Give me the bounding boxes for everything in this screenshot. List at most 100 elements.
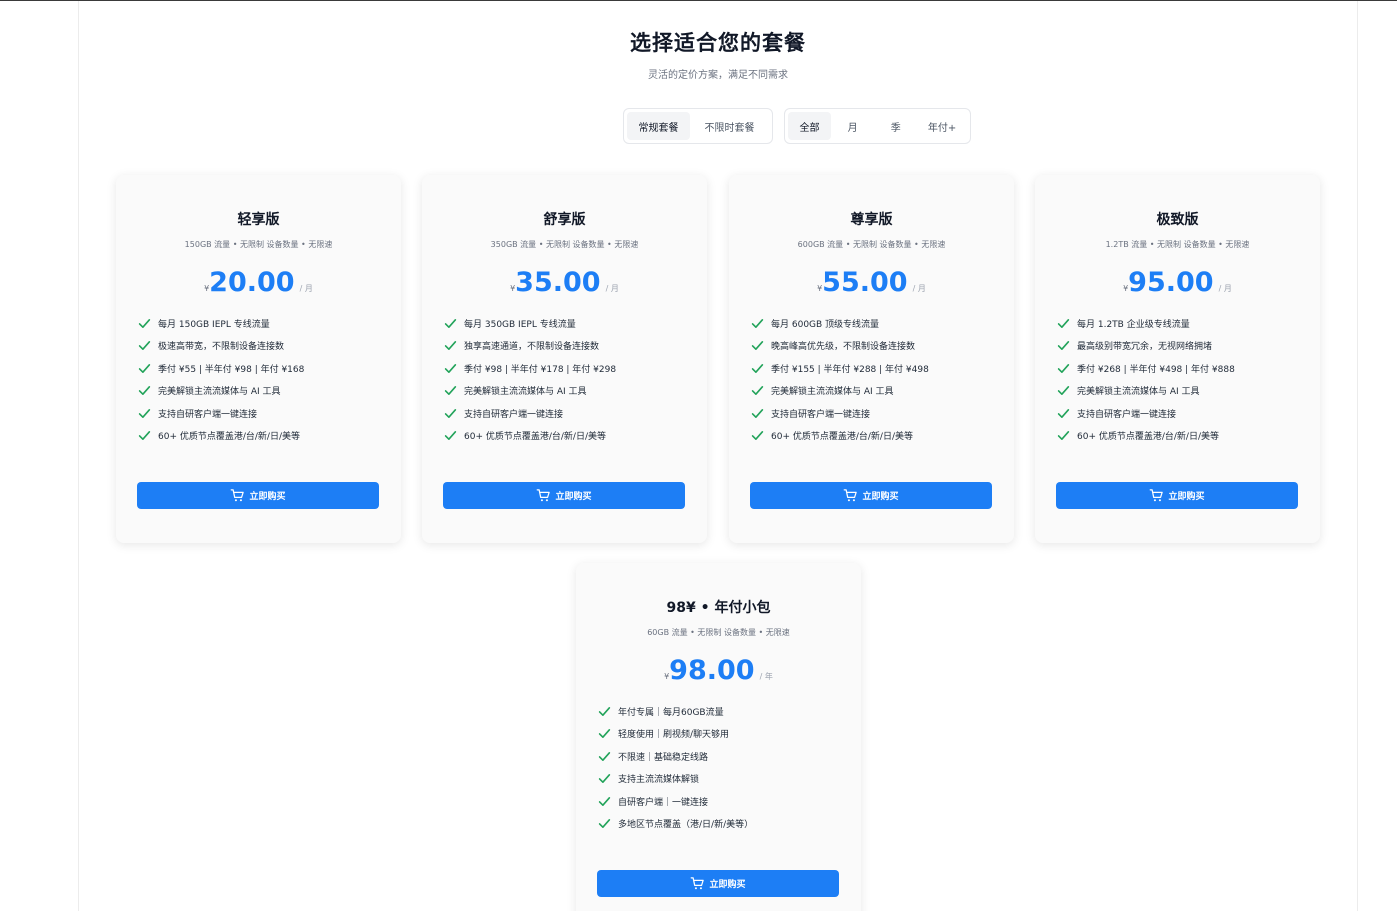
feature-item: 60+ 优质节点覆盖港/台/新/日/美等 — [1057, 425, 1302, 448]
feature-text: 季付 ¥155 | 半年付 ¥288 | 年付 ¥498 — [771, 364, 929, 375]
check-icon — [138, 339, 151, 352]
buy-now-button[interactable]: 立即购买 — [597, 870, 839, 897]
feature-item: 季付 ¥98 | 半年付 ¥178 | 年付 ¥298 — [444, 357, 689, 380]
buy-now-button[interactable]: 立即购买 — [443, 482, 685, 509]
tab-period-year[interactable]: 年付+ — [917, 112, 967, 140]
plan-name: 极致版 — [1156, 212, 1199, 228]
check-icon — [444, 429, 457, 442]
buy-button-label: 立即购买 — [249, 492, 286, 502]
feature-item: 季付 ¥55 | 半年付 ¥98 | 年付 ¥168 — [138, 357, 383, 380]
cart-icon — [690, 876, 709, 891]
cart-icon — [230, 488, 249, 503]
check-icon — [598, 772, 611, 785]
feature-item: 独享高速通道，不限制设备连接数 — [444, 335, 689, 358]
check-icon — [751, 429, 764, 442]
check-icon — [444, 362, 457, 375]
tab-regular-plans[interactable]: 常规套餐 — [627, 112, 691, 140]
plan-type-switch: 常规套餐 不限时套餐 — [623, 108, 773, 144]
feature-text: 支持自研客户端一键连接 — [771, 409, 871, 420]
feature-text: 支持主流流媒体解锁 — [618, 775, 700, 786]
feature-text: 60+ 优质节点覆盖港/台/新/日/美等 — [771, 432, 913, 443]
feature-text: 完美解锁主流流媒体与 AI 工具 — [464, 387, 587, 398]
buy-button-label: 立即购买 — [862, 492, 899, 502]
feature-item: 自研客户端｜一键连接 — [598, 790, 843, 813]
feature-item: 支持自研客户端一键连接 — [751, 402, 996, 425]
cart-icon — [1149, 488, 1168, 503]
feature-text: 季付 ¥98 | 半年付 ¥178 | 年付 ¥298 — [464, 364, 617, 375]
check-icon — [598, 795, 611, 808]
check-icon — [751, 384, 764, 397]
price-amount: 98.00 — [669, 655, 755, 686]
plan-tagline: 600GB 流量 • 无限制 设备数量 • 无限速 — [797, 240, 946, 249]
feature-text: 每月 150GB IEPL 专线流量 — [158, 319, 270, 330]
feature-list: 每月 350GB IEPL 专线流量独享高速通道，不限制设备连接数季付 ¥98 … — [444, 312, 689, 447]
check-icon — [751, 407, 764, 420]
feature-text: 支持自研客户端一键连接 — [158, 409, 258, 420]
feature-text: 极速高带宽，不限制设备连接数 — [158, 342, 285, 353]
check-icon — [138, 384, 151, 397]
cart-icon — [843, 488, 862, 503]
tab-unlimited-time-plans[interactable]: 不限时套餐 — [690, 112, 769, 140]
buy-now-button[interactable]: 立即购买 — [750, 482, 992, 509]
check-icon — [1057, 317, 1070, 330]
plan-tagline: 350GB 流量 • 无限制 设备数量 • 无限速 — [490, 240, 639, 249]
feature-text: 轻度使用｜刷视频/聊天够用 — [618, 730, 730, 741]
plan-name: 98¥ • 年付小包 — [666, 600, 771, 616]
plan-price: ¥95.00 / 月 — [1035, 267, 1320, 298]
feature-item: 60+ 优质节点覆盖港/台/新/日/美等 — [444, 425, 689, 448]
feature-text: 季付 ¥55 | 半年付 ¥98 | 年付 ¥168 — [158, 364, 305, 375]
price-unit: / 年 — [759, 672, 773, 681]
price-amount: 35.00 — [515, 267, 601, 298]
feature-item: 完美解锁主流流媒体与 AI 工具 — [1057, 380, 1302, 403]
feature-list: 每月 150GB IEPL 专线流量极速高带宽，不限制设备连接数季付 ¥55 |… — [138, 312, 383, 447]
feature-item: 轻度使用｜刷视频/聊天够用 — [598, 723, 843, 746]
feature-item: 不限速｜基础稳定线路 — [598, 745, 843, 768]
feature-text: 支持自研客户端一键连接 — [464, 409, 564, 420]
feature-text: 支持自研客户端一键连接 — [1077, 409, 1177, 420]
feature-text: 每月 600GB 顶级专线流量 — [771, 319, 880, 330]
feature-text: 60+ 优质节点覆盖港/台/新/日/美等 — [464, 432, 606, 443]
buy-now-button[interactable]: 立即购买 — [1056, 482, 1298, 509]
check-icon — [1057, 407, 1070, 420]
check-icon — [138, 317, 151, 330]
tab-period-quarter[interactable]: 季 — [874, 112, 917, 140]
buy-button-label: 立即购买 — [709, 880, 746, 890]
feature-text: 年付专属｜每月60GB流量 — [618, 707, 724, 718]
feature-item: 完美解锁主流流媒体与 AI 工具 — [751, 380, 996, 403]
page-title: 选择适合您的套餐 — [630, 31, 806, 55]
price-amount: 55.00 — [822, 267, 908, 298]
feature-item: 季付 ¥155 | 半年付 ¥288 | 年付 ¥498 — [751, 357, 996, 380]
feature-text: 最高级别带宽冗余，无视网络拥堵 — [1077, 342, 1213, 353]
page-subtitle: 灵活的定价方案，满足不同需求 — [648, 70, 788, 81]
plan-tagline: 60GB 流量 • 无限制 设备数量 • 无限速 — [647, 628, 790, 637]
tab-period-month[interactable]: 月 — [831, 112, 874, 140]
plan-name: 舒享版 — [543, 212, 586, 228]
check-icon — [1057, 362, 1070, 375]
plan-card-premium: 尊享版 600GB 流量 • 无限制 设备数量 • 无限速 ¥55.00 / 月每月… — [729, 175, 1014, 543]
check-icon — [444, 407, 457, 420]
check-icon — [598, 817, 611, 830]
feature-text: 每月 350GB IEPL 专线流量 — [464, 319, 576, 330]
buy-now-button[interactable]: 立即购买 — [137, 482, 379, 509]
plan-price: ¥35.00 / 月 — [422, 267, 707, 298]
check-icon — [138, 429, 151, 442]
check-icon — [444, 339, 457, 352]
plan-card-ultimate: 极致版 1.2TB 流量 • 无限制 设备数量 • 无限速 ¥95.00 / 月每月… — [1035, 175, 1320, 543]
check-icon — [444, 384, 457, 397]
check-icon — [598, 705, 611, 718]
tab-period-all[interactable]: 全部 — [788, 112, 832, 140]
feature-item: 每月 350GB IEPL 专线流量 — [444, 312, 689, 335]
plan-price: ¥98.00 / 年 — [576, 655, 861, 686]
plan-name: 尊享版 — [850, 212, 893, 228]
feature-list: 每月 600GB 顶级专线流量晚高峰高优先级，不限制设备连接数季付 ¥155 |… — [751, 312, 996, 447]
price-amount: 95.00 — [1128, 267, 1214, 298]
feature-item: 60+ 优质节点覆盖港/台/新/日/美等 — [138, 425, 383, 448]
feature-item: 支持自研客户端一键连接 — [444, 402, 689, 425]
check-icon — [1057, 429, 1070, 442]
feature-text: 完美解锁主流流媒体与 AI 工具 — [771, 387, 894, 398]
check-icon — [444, 317, 457, 330]
price-unit: / 月 — [1218, 284, 1232, 293]
feature-text: 60+ 优质节点覆盖港/台/新/日/美等 — [1077, 432, 1219, 443]
plan-card-yearly-mini: 98¥ • 年付小包 60GB 流量 • 无限制 设备数量 • 无限速 ¥98.00… — [576, 563, 861, 911]
feature-item: 晚高峰高优先级，不限制设备连接数 — [751, 335, 996, 358]
